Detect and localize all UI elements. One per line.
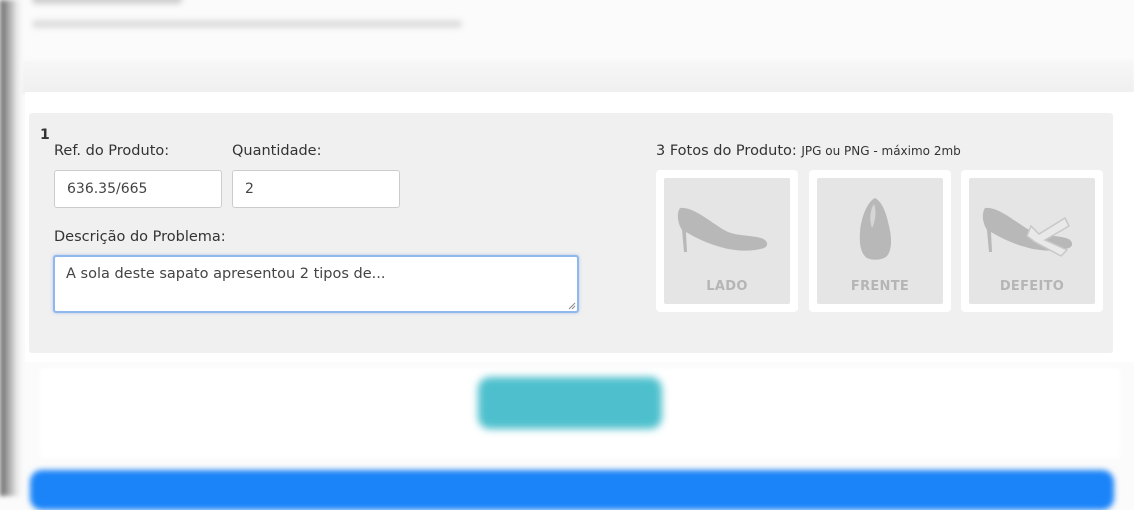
- blurred-submit-button[interactable]: [30, 470, 1114, 510]
- blurred-divider-band: [22, 60, 1134, 94]
- photo-upload-side[interactable]: LADO: [656, 170, 798, 312]
- photo-upload-front[interactable]: FRENTE: [809, 170, 951, 312]
- modal-overlay-edge: [0, 0, 22, 496]
- photo-placeholder: DEFEITO: [969, 178, 1095, 304]
- quantity-label: Quantidade:: [232, 143, 322, 159]
- description-label: Descrição do Problema:: [54, 229, 226, 245]
- photos-label: 3 Fotos do Produto: JPG ou PNG - máximo …: [656, 143, 961, 159]
- photo-caption: DEFEITO: [999, 279, 1065, 294]
- photo-placeholder: FRENTE: [817, 178, 943, 304]
- blurred-page-subtitle: [32, 20, 462, 28]
- photo-caption: FRENTE: [850, 279, 910, 294]
- photo-caption: LADO: [706, 279, 748, 294]
- quantity-input[interactable]: 2: [232, 170, 400, 208]
- photo-placeholder: LADO: [664, 178, 790, 304]
- description-textarea[interactable]: A sola deste sapato apresentou 2 tipos d…: [53, 255, 579, 313]
- photos-label-text: 3 Fotos do Produto:: [656, 143, 797, 159]
- product-item-panel: 1 Ref. do Produto: 636.35/665 Quantidade…: [29, 113, 1113, 353]
- blurred-page-title: [32, 0, 182, 4]
- photos-format-hint: JPG ou PNG - máximo 2mb: [801, 144, 961, 158]
- description-text: A sola deste sapato apresentou 2 tipos d…: [66, 266, 386, 282]
- resize-handle-icon[interactable]: [568, 302, 576, 310]
- ref-label: Ref. do Produto:: [54, 143, 170, 159]
- blurred-header: [32, 0, 462, 28]
- item-number: 1: [40, 127, 50, 143]
- blurred-teal-button[interactable]: [478, 377, 662, 429]
- ref-input[interactable]: 636.35/665: [54, 170, 222, 208]
- photo-upload-defect[interactable]: DEFEITO: [961, 170, 1103, 312]
